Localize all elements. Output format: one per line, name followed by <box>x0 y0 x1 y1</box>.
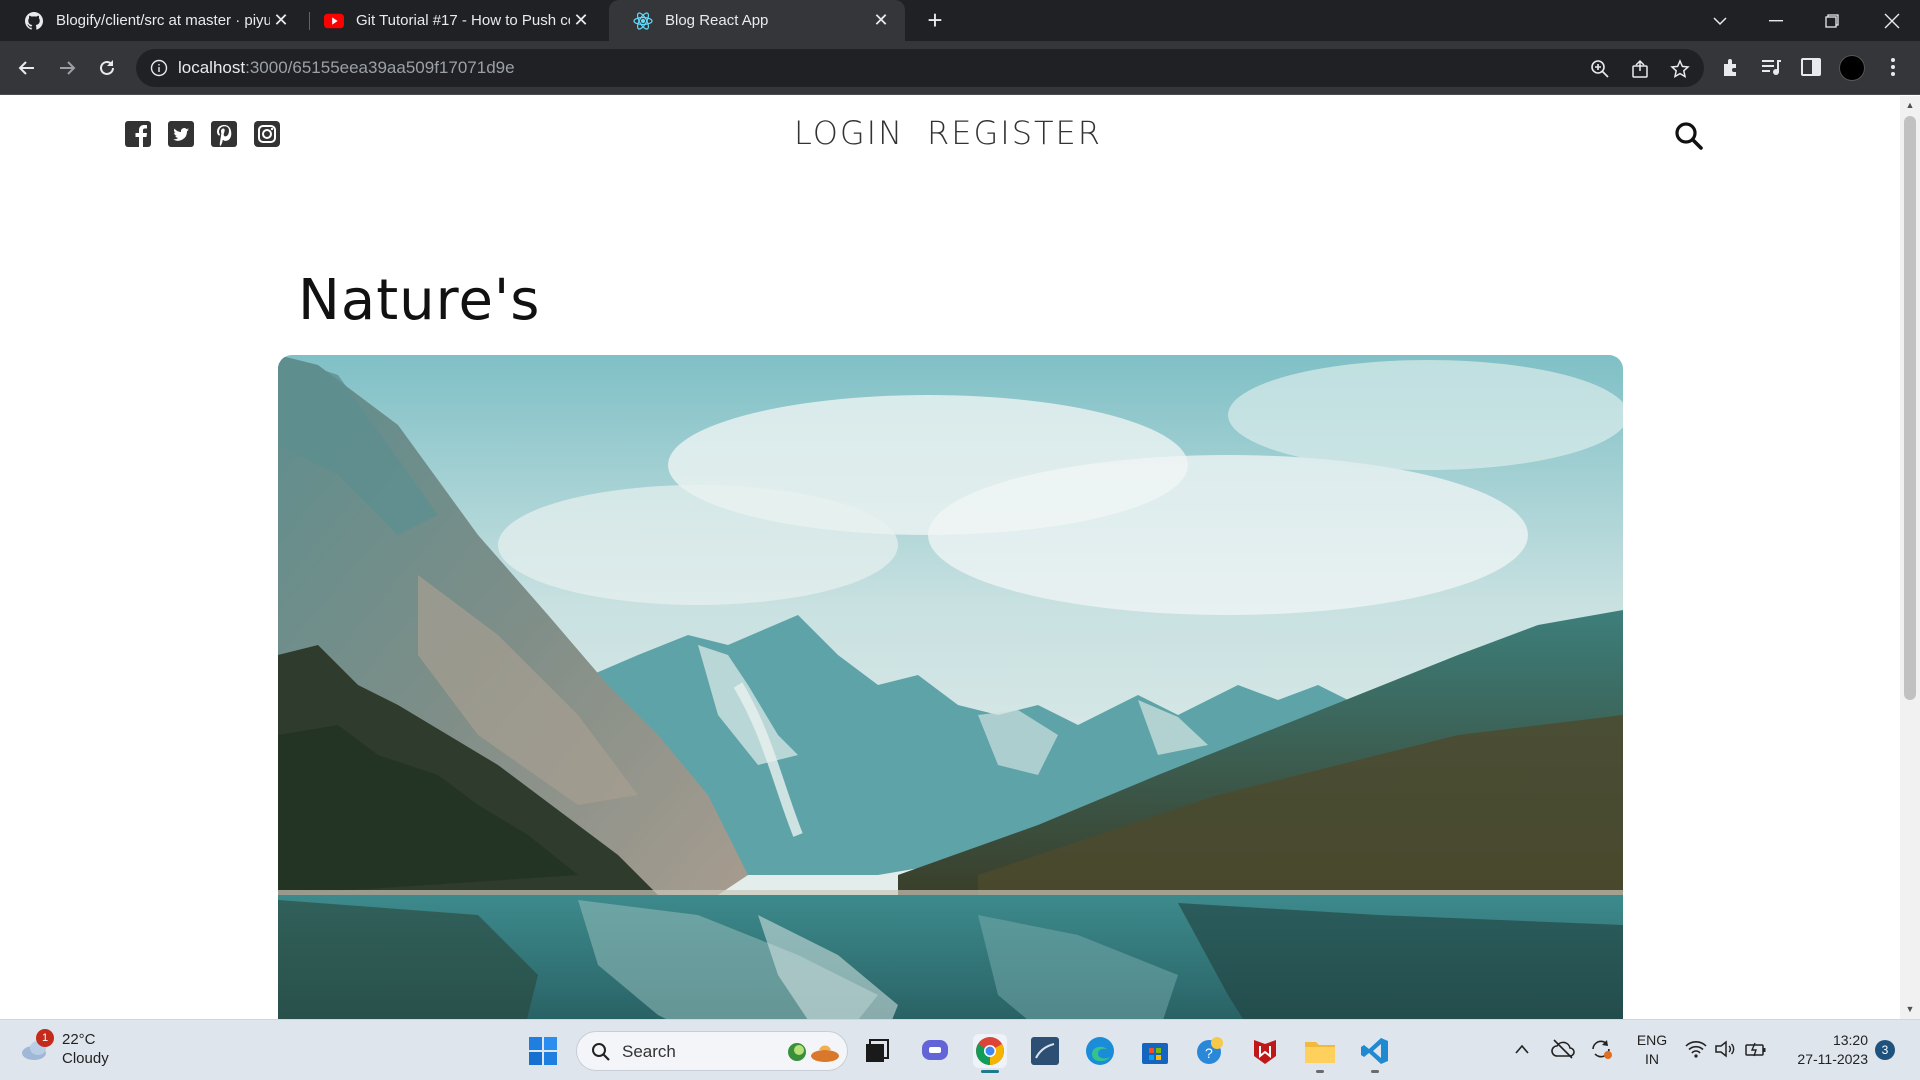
side-panel-icon[interactable] <box>1800 56 1822 78</box>
restore-button[interactable] <box>1804 0 1860 41</box>
workbench-icon <box>1031 1037 1059 1065</box>
profile-avatar[interactable] <box>1839 55 1865 81</box>
volume-icon[interactable] <box>1714 1040 1736 1058</box>
arrow-left-icon <box>18 61 34 75</box>
folder-icon <box>1305 1042 1335 1063</box>
tab-title: Git Tutorial #17 - How to Push code <box>356 12 570 29</box>
scroll-down-arrow[interactable]: ▼ <box>1905 1004 1915 1014</box>
login-link[interactable]: LOGIN <box>794 114 904 152</box>
search-icon <box>592 1043 610 1061</box>
forward-button[interactable] <box>53 54 81 82</box>
more-menu-icon[interactable] <box>1882 56 1904 78</box>
running-indicator <box>1371 1070 1379 1073</box>
cloud-offline-icon[interactable] <box>1551 1038 1575 1060</box>
tab-blog-react-app[interactable]: Blog React App ✕ <box>609 0 905 41</box>
battery-icon[interactable] <box>1745 1040 1767 1058</box>
info-icon[interactable] <box>150 59 168 77</box>
zoom-icon[interactable] <box>1590 59 1610 79</box>
taskbar-search-label: Search <box>622 1042 676 1061</box>
url-text[interactable]: localhost:3000/65155eea39aa509f17071d9e <box>178 58 515 78</box>
close-tab-icon[interactable]: ✕ <box>271 10 291 30</box>
close-tab-icon[interactable]: ✕ <box>871 10 891 30</box>
bookmark-star-icon[interactable] <box>1670 59 1690 79</box>
page-viewport: LOGIN REGISTER Nature's <box>0 96 1900 1019</box>
edge-icon <box>1086 1037 1114 1065</box>
windows-taskbar: 1 22°C Cloudy Search ? ENG IN 13:20 27-1… <box>0 1019 1920 1080</box>
close-tab-icon[interactable]: ✕ <box>571 10 591 30</box>
back-button[interactable] <box>13 54 41 82</box>
mcafee-icon <box>1254 1040 1276 1064</box>
post-image <box>278 355 1623 1019</box>
start-button[interactable] <box>526 1034 560 1068</box>
reload-icon <box>100 60 114 75</box>
task-view-button[interactable] <box>860 1034 894 1068</box>
notification-badge[interactable]: 3 <box>1875 1040 1895 1060</box>
address-bar[interactable]: localhost:3000/65155eea39aa509f17071d9e <box>136 49 1704 87</box>
language-indicator[interactable]: ENG IN <box>1632 1031 1672 1069</box>
tips-button[interactable]: ? <box>1193 1034 1227 1068</box>
edge-button[interactable] <box>1083 1034 1117 1068</box>
teams-chat-button[interactable] <box>918 1034 952 1068</box>
tips-icon: ? <box>1197 1037 1223 1064</box>
close-window-button[interactable] <box>1864 0 1920 41</box>
task-view-icon <box>866 1039 889 1062</box>
chrome-icon <box>976 1037 1004 1065</box>
github-icon <box>24 11 44 31</box>
search-highlight-icon <box>788 1043 839 1062</box>
svg-text:?: ? <box>1205 1045 1213 1061</box>
chevron-up-icon[interactable] <box>1514 1043 1530 1055</box>
chevron-down-icon <box>1713 16 1727 25</box>
tab-github[interactable]: Blogify/client/src at master · piyush ✕ <box>0 0 305 41</box>
vscode-icon <box>1361 1038 1388 1064</box>
register-link[interactable]: REGISTER <box>927 114 1102 152</box>
scrollbar-thumb[interactable] <box>1904 116 1916 700</box>
search-icon[interactable] <box>1674 121 1704 151</box>
react-icon <box>633 11 653 31</box>
reload-button[interactable] <box>93 54 121 82</box>
pinterest-icon[interactable] <box>210 120 238 148</box>
store-icon <box>1142 1043 1168 1064</box>
running-indicator <box>1316 1070 1324 1073</box>
browser-tab-strip: Blogify/client/src at master · piyush ✕ … <box>0 0 1920 41</box>
facebook-icon[interactable] <box>124 120 152 148</box>
minimize-button[interactable] <box>1748 0 1804 41</box>
tab-search-button[interactable] <box>1692 0 1748 41</box>
arrow-right-icon <box>60 61 76 75</box>
vscode-button[interactable] <box>1358 1034 1392 1073</box>
post-title: Nature's <box>298 268 541 333</box>
page-scrollbar[interactable]: ▲ ▼ <box>1900 96 1920 1019</box>
chat-icon <box>922 1040 948 1060</box>
tab-youtube[interactable]: Git Tutorial #17 - How to Push code ✕ <box>300 0 605 41</box>
mcafee-button[interactable] <box>1248 1034 1282 1068</box>
tab-title: Blogify/client/src at master · piyush <box>56 12 270 29</box>
weather-temp: 22°C <box>62 1031 96 1048</box>
wifi-icon[interactable] <box>1685 1040 1707 1058</box>
file-explorer-button[interactable] <box>1303 1034 1337 1073</box>
new-tab-button[interactable]: + <box>922 7 948 34</box>
mysql-workbench-button[interactable] <box>1028 1034 1062 1068</box>
scroll-up-arrow[interactable]: ▲ <box>1905 100 1915 110</box>
youtube-icon <box>324 11 344 31</box>
sync-icon[interactable] <box>1589 1038 1613 1060</box>
weather-condition: Cloudy <box>62 1050 109 1067</box>
windows-logo-icon <box>529 1037 557 1065</box>
weather-badge: 1 <box>36 1029 54 1047</box>
chrome-button[interactable] <box>973 1034 1007 1073</box>
store-button[interactable] <box>1138 1034 1172 1068</box>
tab-title: Blog React App <box>665 12 769 29</box>
active-indicator <box>981 1070 999 1073</box>
share-icon[interactable] <box>1630 59 1650 79</box>
cloud-icon: 1 <box>20 1029 54 1065</box>
clock[interactable]: 13:20 27-11-2023 <box>1784 1031 1868 1069</box>
weather-widget[interactable]: 1 22°C Cloudy <box>20 1029 109 1068</box>
twitter-icon[interactable] <box>167 120 195 148</box>
taskbar-search[interactable]: Search <box>576 1031 848 1071</box>
media-control-icon[interactable] <box>1760 56 1782 78</box>
instagram-icon[interactable] <box>253 120 281 148</box>
browser-toolbar: localhost:3000/65155eea39aa509f17071d9e <box>0 41 1920 95</box>
extensions-icon[interactable] <box>1720 56 1742 78</box>
